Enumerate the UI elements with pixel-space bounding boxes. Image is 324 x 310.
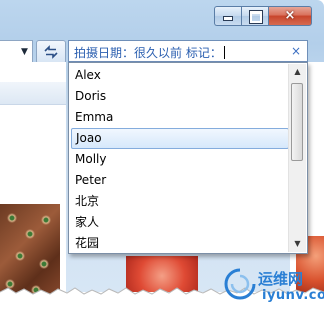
search-query-text: 拍摄日期：很久以前 标记： (74, 46, 222, 60)
vertical-scrollbar[interactable]: ▲ ▼ (288, 64, 306, 252)
minimize-icon (224, 17, 232, 20)
window-controls: × (214, 6, 312, 26)
scrollbar-thumb[interactable] (291, 83, 303, 161)
list-item[interactable]: Molly (71, 149, 289, 170)
list-item[interactable]: 家人 (71, 212, 289, 233)
text-caret (223, 46, 225, 59)
maximize-icon (250, 11, 262, 23)
watermark-en: iyunv.com (262, 288, 324, 303)
navigation-pane (0, 62, 66, 300)
scroll-down-icon[interactable]: ▼ (289, 236, 306, 252)
list-item[interactable]: Doris (71, 86, 289, 107)
close-icon: × (284, 8, 296, 23)
list-item[interactable]: 北京 (71, 191, 289, 212)
list-item[interactable]: Peter (71, 170, 289, 191)
tag-suggestion-dropdown: Alex Doris Emma Joao Molly Peter 北京 家人 花… (68, 62, 308, 254)
chevron-down-icon[interactable]: ▼ (21, 47, 28, 57)
search-input[interactable]: 拍摄日期：很久以前 标记： × (68, 40, 308, 62)
list-item[interactable]: Alex (71, 65, 289, 86)
watermark: 运维网 iyunv.com (222, 262, 324, 306)
close-button[interactable]: × (268, 6, 312, 26)
address-bar[interactable]: ▼ (0, 40, 33, 64)
refresh-icon (44, 45, 58, 59)
list-item[interactable]: 花园 (71, 233, 289, 254)
refresh-button[interactable] (36, 40, 66, 64)
list-item-selected[interactable]: Joao (71, 128, 289, 149)
maximize-button[interactable] (241, 6, 268, 26)
watermark-cn: 运维网 (258, 270, 304, 288)
watermark-logo-icon (224, 268, 256, 300)
suggestion-list: Alex Doris Emma Joao Molly Peter 北京 家人 花… (71, 65, 289, 254)
toolbar-strip (0, 82, 66, 105)
scroll-up-icon[interactable]: ▲ (289, 64, 306, 80)
list-item[interactable]: Emma (71, 107, 289, 128)
clear-search-icon[interactable]: × (291, 44, 301, 58)
minimize-button[interactable] (214, 6, 241, 26)
